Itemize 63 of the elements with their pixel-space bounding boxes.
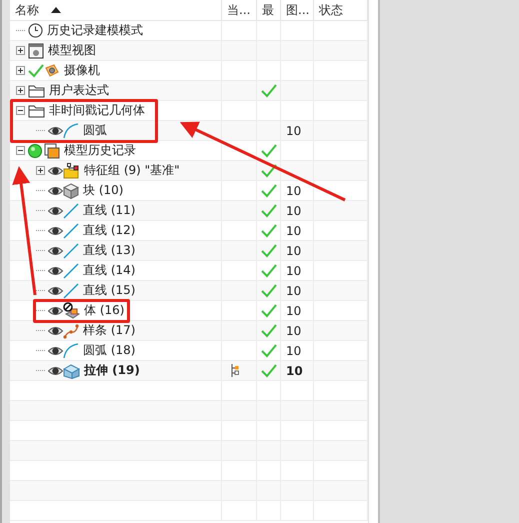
arc-icon [63,342,79,358]
eye-icon[interactable] [48,324,63,336]
column-header[interactable]: 当... [222,0,257,20]
layer-number: 10 [286,264,302,278]
node-label[interactable]: 样条 (17) [83,322,136,339]
extrude-icon [63,362,80,378]
line-icon [63,282,79,298]
expand-toggle[interactable] [16,146,25,155]
node-label[interactable]: 直线 (13) [83,242,136,259]
node-label[interactable]: 历史记录建模模式 [47,22,143,39]
camera-icon [44,63,60,78]
eye-icon[interactable] [48,244,63,256]
layer-number: 10 [286,324,302,338]
node-label[interactable]: 非时间戳记几何体 [49,102,145,119]
node-label[interactable]: 用户表达式 [49,82,109,99]
eye-icon[interactable] [48,264,63,276]
eye-icon[interactable] [48,304,63,316]
expand-toggle[interactable] [16,86,25,95]
expand-toggle[interactable] [36,166,45,175]
column-header[interactable]: 图... [281,0,314,20]
eye-icon[interactable] [48,204,63,216]
folder-icon [28,84,45,98]
line-icon [63,222,79,238]
expand-toggle[interactable] [16,46,25,55]
column-header[interactable]: 状态 [314,0,368,20]
eye-icon[interactable] [48,284,63,296]
layer-number: 10 [286,244,302,258]
eye-icon[interactable] [48,164,63,176]
node-label[interactable]: 直线 (11) [83,202,136,219]
node-label[interactable]: 直线 (12) [83,222,136,239]
layer-number: 10 [286,184,302,198]
layer-number: 10 [286,124,302,138]
node-label[interactable]: 块 (10) [83,182,124,199]
node-label[interactable]: 直线 (15) [83,282,136,299]
eye-icon[interactable] [48,344,63,356]
layer-number: 10 [286,224,302,238]
node-label[interactable]: 圆弧 (18) [83,342,136,359]
eye-icon[interactable] [48,124,63,136]
arc-icon [63,122,79,138]
layer-number: 10 [286,304,302,318]
node-label[interactable]: 拉伸 (19) [84,362,140,379]
column-header[interactable]: 最 [257,0,281,20]
layer-number: 10 [286,204,302,218]
layer-number: 10 [286,364,303,378]
expand-toggle[interactable] [16,66,25,75]
expand-toggle[interactable] [16,106,25,115]
node-label[interactable]: 模型历史记录 [64,142,136,159]
node-label[interactable]: 体 (16) [84,302,124,319]
eye-icon[interactable] [48,224,63,236]
line-icon [63,262,79,278]
folder-icon [28,104,45,118]
line-icon [63,202,79,218]
eye-icon[interactable] [48,364,63,376]
layer-number: 10 [286,284,302,298]
node-label[interactable]: 摄像机 [64,62,100,79]
layer-number: 10 [286,344,302,358]
node-label[interactable]: 圆弧 [83,122,107,139]
node-label[interactable]: 模型视图 [48,42,96,59]
spline-icon [63,322,79,338]
node-label[interactable]: 直线 (14) [83,262,136,279]
column-header[interactable]: 名称 [10,0,222,20]
line-icon [63,242,79,258]
eye-icon[interactable] [48,184,63,196]
